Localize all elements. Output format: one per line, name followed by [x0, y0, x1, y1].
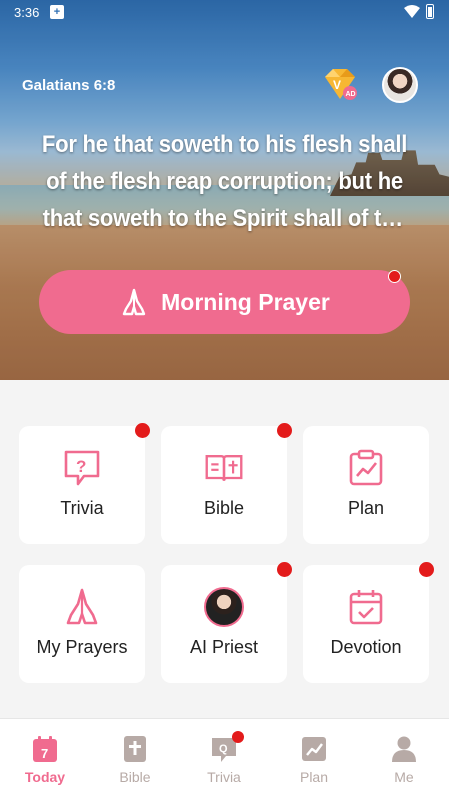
plan-icon	[302, 737, 326, 761]
svg-text:AD: AD	[346, 91, 356, 98]
card-label: Bible	[203, 498, 245, 518]
card-label: Plan	[347, 498, 385, 518]
plan-chart-icon	[349, 449, 383, 486]
card-label: Trivia	[60, 498, 104, 518]
priest-avatar	[204, 587, 244, 627]
card-label: My Prayers	[36, 637, 128, 657]
tab-label: Today	[24, 769, 66, 785]
tab-trivia[interactable]: Q Trivia	[179, 731, 269, 785]
tab-label: Plan	[299, 769, 329, 785]
vip-crown-icon[interactable]: V AD	[321, 67, 359, 101]
praying-hands-icon	[66, 588, 98, 625]
svg-text:?: ?	[76, 457, 86, 476]
card-label: Devotion	[330, 637, 402, 657]
bible-icon	[124, 736, 146, 762]
verse-text[interactable]: For he that soweth to his flesh shall of…	[38, 126, 411, 237]
tab-label: Trivia	[207, 769, 241, 785]
status-time: 3:36	[14, 5, 40, 20]
notification-dot	[135, 423, 150, 438]
card-label: AI Priest	[189, 637, 259, 657]
svg-text:7: 7	[41, 746, 48, 761]
bottom-nav: 7 Today Bible Q Trivia Plan Me	[0, 718, 449, 800]
card-plan[interactable]: Plan	[303, 426, 429, 544]
card-bible[interactable]: Bible	[161, 423, 292, 544]
tab-bible[interactable]: Bible	[90, 735, 180, 785]
notification-app-icon: +	[50, 5, 64, 19]
battery-icon	[426, 4, 434, 19]
question-book-icon: ?	[64, 450, 100, 486]
wifi-icon	[404, 5, 420, 18]
tab-label: Me	[394, 769, 414, 785]
profile-avatar[interactable]	[382, 67, 418, 103]
feature-grid: ? Trivia Bible Plan My Prayers AI Priest…	[19, 423, 434, 683]
tab-plan[interactable]: Plan	[269, 735, 359, 785]
status-bar: 3:36 +	[0, 0, 449, 26]
tab-today[interactable]: 7 Today	[0, 735, 90, 785]
svg-text:V: V	[333, 78, 341, 92]
card-my-prayers[interactable]: My Prayers	[19, 565, 145, 683]
praying-hands-icon	[122, 288, 146, 316]
notification-dot	[277, 423, 292, 438]
morning-prayer-button[interactable]: Morning Prayer	[39, 270, 410, 334]
card-trivia[interactable]: ? Trivia	[19, 423, 150, 544]
notification-dot	[419, 562, 434, 577]
calendar-check-icon	[349, 590, 383, 625]
calendar-icon: 7	[33, 736, 57, 762]
morning-prayer-label: Morning Prayer	[161, 288, 330, 315]
verse-reference[interactable]: Galatians 6:8	[22, 77, 115, 94]
notification-dot	[232, 731, 244, 743]
card-ai-priest[interactable]: AI Priest	[161, 562, 292, 683]
open-bible-icon	[205, 455, 243, 481]
tab-me[interactable]: Me	[359, 735, 449, 785]
notification-dot	[277, 562, 292, 577]
notification-dot	[388, 270, 401, 283]
hero-banner: 3:36 + Galatians 6:8 V AD For he that so…	[0, 0, 449, 380]
svg-text:Q: Q	[219, 743, 228, 755]
card-devotion[interactable]: Devotion	[303, 562, 434, 683]
tab-label: Bible	[119, 769, 151, 785]
person-icon	[392, 736, 416, 762]
